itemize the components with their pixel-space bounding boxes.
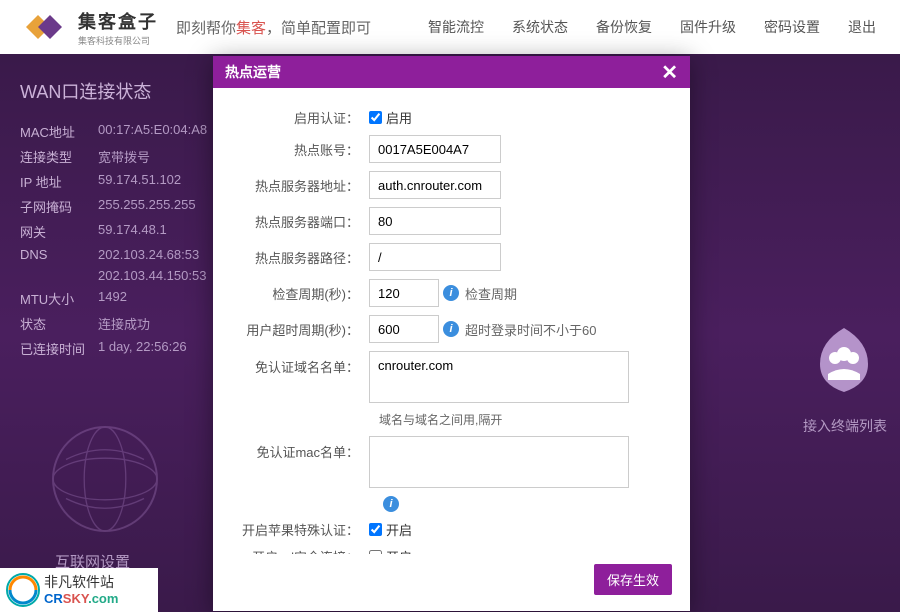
label-whitelist-mac: 免认证mac名单： <box>231 436 369 461</box>
modal-header: 热点运营 ✕ <box>213 56 690 88</box>
clients-list-label[interactable]: 接入终端列表 <box>800 416 890 436</box>
account-input[interactable] <box>369 135 501 163</box>
info-icon: i <box>443 321 459 337</box>
modal-title: 热点运营 <box>225 62 281 82</box>
label-timeout: 用户超时周期(秒)： <box>231 320 369 339</box>
clients-icon[interactable] <box>808 324 880 396</box>
watermark-line2: CRSKY.com <box>44 591 118 607</box>
watermark-line1: 非凡软件站 <box>44 574 118 591</box>
app-header: 集客盒子 集客科技有限公司 即刻帮你集客，简单配置即可 智能流控 系统状态 备份… <box>0 0 900 54</box>
hint-domain-sep: 域名与域名之间用,隔开 <box>379 411 639 428</box>
modal-footer: 保存生效 <box>213 554 690 611</box>
top-nav: 智能流控 系统状态 备份恢复 固件升级 密码设置 退出 <box>428 0 876 54</box>
wan-label: MAC地址 <box>20 122 98 141</box>
label-check-interval: 检查周期(秒)： <box>231 284 369 303</box>
nav-backup[interactable]: 备份恢复 <box>596 17 652 37</box>
nav-logout[interactable]: 退出 <box>848 17 876 37</box>
label-server-addr: 热点服务器地址： <box>231 176 369 195</box>
server-port-input[interactable] <box>369 207 501 235</box>
server-path-input[interactable] <box>369 243 501 271</box>
watermark-icon <box>6 573 40 607</box>
enable-auth-checkbox[interactable] <box>369 111 382 124</box>
hint-check-interval: 检查周期 <box>465 284 517 303</box>
info-row: i <box>379 496 639 512</box>
whitelist-mac-textarea[interactable] <box>369 436 629 488</box>
logo-icon <box>20 9 68 45</box>
server-addr-input[interactable] <box>369 171 501 199</box>
nav-upgrade[interactable]: 固件升级 <box>680 17 736 37</box>
nav-password[interactable]: 密码设置 <box>764 17 820 37</box>
check-interval-input[interactable] <box>369 279 439 307</box>
enable-auth-checkbox-wrap[interactable]: 启用 <box>369 108 412 127</box>
apple-auth-checkbox-wrap[interactable]: 开启 <box>369 520 412 539</box>
hint-timeout: 超时登录时间不小于60 <box>465 320 596 339</box>
label-whitelist-domain: 免认证域名名单： <box>231 351 369 376</box>
whitelist-domain-textarea[interactable] <box>369 351 629 403</box>
apple-auth-checkbox[interactable] <box>369 523 382 536</box>
globe-icon <box>40 414 170 544</box>
brand-subtitle: 集客科技有限公司 <box>78 34 158 47</box>
info-icon: i <box>383 496 399 512</box>
nav-traffic[interactable]: 智能流控 <box>428 17 484 37</box>
timeout-input[interactable] <box>369 315 439 343</box>
logo: 集客盒子 集客科技有限公司 <box>20 8 158 47</box>
label-server-path: 热点服务器路径： <box>231 248 369 267</box>
slogan: 即刻帮你集客，简单配置即可 <box>176 17 371 38</box>
info-icon: i <box>443 285 459 301</box>
label-ssl: 开启ssl安全连接： <box>231 547 369 554</box>
ssl-checkbox-wrap[interactable]: 开启 <box>369 547 412 554</box>
label-enable-auth: 启用认证： <box>231 108 369 127</box>
close-icon[interactable]: ✕ <box>661 60 678 85</box>
nav-status[interactable]: 系统状态 <box>512 17 568 37</box>
hotspot-modal: 热点运营 ✕ 启用认证： 启用 热点账号： 热点服务器地址： 热点服务器端口： … <box>213 56 690 611</box>
label-account: 热点账号： <box>231 140 369 159</box>
label-apple-auth: 开启苹果特殊认证： <box>231 520 369 539</box>
modal-body: 启用认证： 启用 热点账号： 热点服务器地址： 热点服务器端口： 热点服务器路径… <box>213 88 690 554</box>
watermark: 非凡软件站 CRSKY.com <box>0 568 158 612</box>
brand-title: 集客盒子 <box>78 8 158 34</box>
label-server-port: 热点服务器端口： <box>231 212 369 231</box>
save-button[interactable]: 保存生效 <box>594 564 672 595</box>
